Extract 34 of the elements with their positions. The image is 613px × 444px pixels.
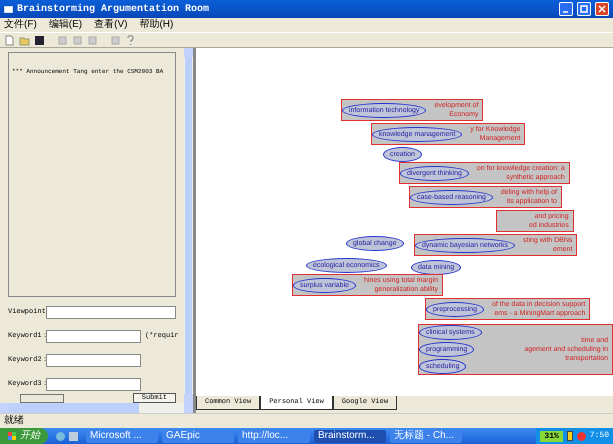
horizontal-scrollbar[interactable]: [0, 403, 193, 413]
clock: 7:50: [590, 430, 609, 442]
minimize-button[interactable]: [559, 2, 573, 16]
status-text: 就绪: [4, 416, 24, 426]
window-icon: [4, 6, 13, 12]
taskbar-button[interactable]: GAEpic: [162, 430, 234, 442]
battery-meter: 31%: [540, 430, 563, 442]
text-field[interactable]: [46, 306, 176, 319]
close-icon: [598, 5, 606, 13]
taskbar-button[interactable]: Microsoft ...: [86, 430, 158, 442]
new-file-icon[interactable]: [4, 34, 15, 46]
start-button[interactable]: 开始: [0, 428, 48, 444]
menu-item[interactable]: 文件(F): [4, 20, 37, 30]
battery-icon: [566, 431, 573, 441]
text-field[interactable]: [46, 378, 141, 391]
maximize-button[interactable]: [577, 2, 591, 16]
text-field[interactable]: [46, 330, 141, 343]
windows-logo-icon: [8, 432, 16, 440]
menu-item[interactable]: 帮助(H): [139, 20, 174, 30]
taskbar-button[interactable]: http://loc...: [238, 430, 310, 442]
text-field[interactable]: [46, 354, 141, 367]
tray-icon: [576, 432, 586, 440]
taskbar-button[interactable]: 无标题 - Ch...: [390, 430, 462, 442]
button[interactable]: [20, 394, 64, 403]
open-folder-icon[interactable]: [19, 34, 30, 46]
help-icon[interactable]: [125, 34, 136, 46]
menu-item[interactable]: 编辑(E): [48, 20, 82, 30]
menu-item[interactable]: 查看(V): [94, 20, 128, 30]
maximize-icon: [580, 5, 588, 13]
taskbar-button[interactable]: Brainstorm...: [314, 430, 386, 442]
save-icon[interactable]: [34, 34, 45, 46]
window-title: Brainstorming Argumentation Room: [17, 2, 210, 16]
vertical-scrollbar[interactable]: [184, 48, 193, 403]
close-button[interactable]: [595, 2, 609, 16]
